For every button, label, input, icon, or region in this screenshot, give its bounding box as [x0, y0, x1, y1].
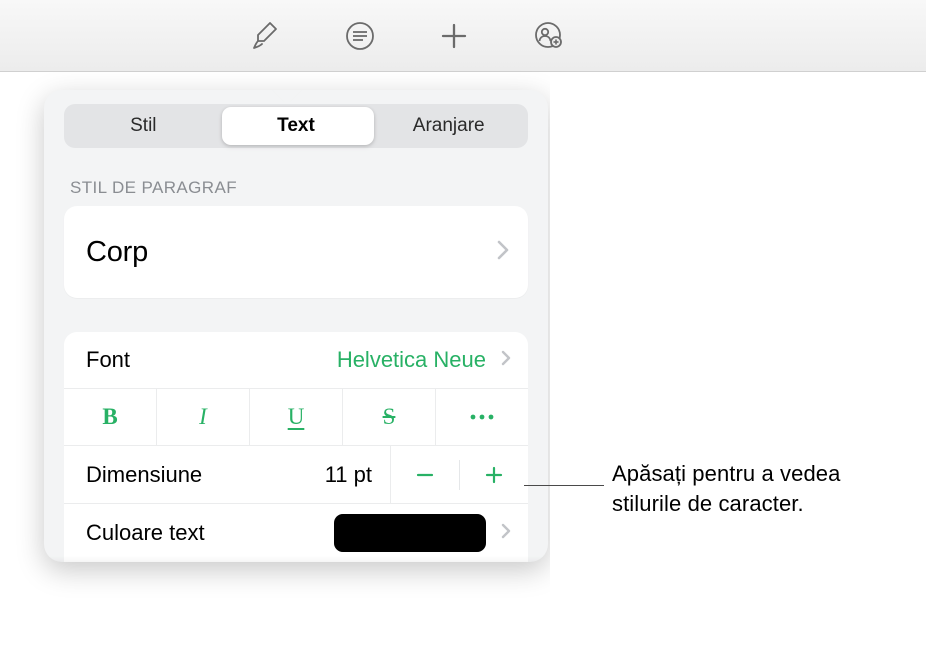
text-color-label: Culoare text [86, 520, 334, 546]
callout-text: Apăsați pentru a vedea stilurile de cara… [612, 459, 840, 518]
italic-button[interactable]: I [157, 389, 250, 445]
paragraph-style-row[interactable]: Corp [64, 206, 528, 298]
size-increase-button[interactable] [460, 446, 528, 503]
collaborate-icon[interactable] [530, 18, 566, 54]
text-style-buttons: B I U S [64, 388, 528, 446]
tab-text[interactable]: Text [220, 107, 373, 145]
font-row[interactable]: Font Helvetica Neue [64, 332, 528, 388]
chevron-right-icon [500, 522, 512, 545]
chevron-right-icon [496, 239, 510, 266]
paragraph-style-name: Corp [86, 236, 496, 269]
callout-line-2: stilurile de caracter. [612, 489, 840, 519]
underline-button[interactable]: U [250, 389, 343, 445]
size-value: 11 pt [325, 462, 372, 488]
tab-aranjare[interactable]: Aranjare [372, 107, 525, 145]
font-label: Font [86, 347, 130, 373]
text-options-icon[interactable] [342, 18, 378, 54]
tab-stil[interactable]: Stil [67, 107, 220, 145]
more-styles-button[interactable] [436, 389, 528, 445]
bold-button[interactable]: B [64, 389, 157, 445]
text-color-row[interactable]: Culoare text [64, 504, 528, 562]
text-color-swatch[interactable] [334, 514, 486, 552]
callout-line-1: Apăsați pentru a vedea [612, 459, 840, 489]
size-label: Dimensiune [86, 462, 202, 488]
chevron-right-icon [500, 349, 512, 372]
format-brush-icon[interactable] [248, 18, 284, 54]
size-row: Dimensiune 11 pt [64, 446, 528, 504]
font-value: Helvetica Neue [337, 347, 486, 373]
add-icon[interactable] [436, 18, 472, 54]
size-decrease-button[interactable] [391, 446, 459, 503]
app-toolbar [0, 0, 926, 72]
size-stepper [390, 446, 528, 503]
paragraph-style-heading: STIL DE PARAGRAF [44, 154, 548, 206]
format-panel: Stil Text Aranjare STIL DE PARAGRAF Corp… [44, 90, 548, 562]
callout-leader [524, 485, 604, 486]
format-tabs: Stil Text Aranjare [64, 104, 528, 148]
strikethrough-button[interactable]: S [343, 389, 436, 445]
